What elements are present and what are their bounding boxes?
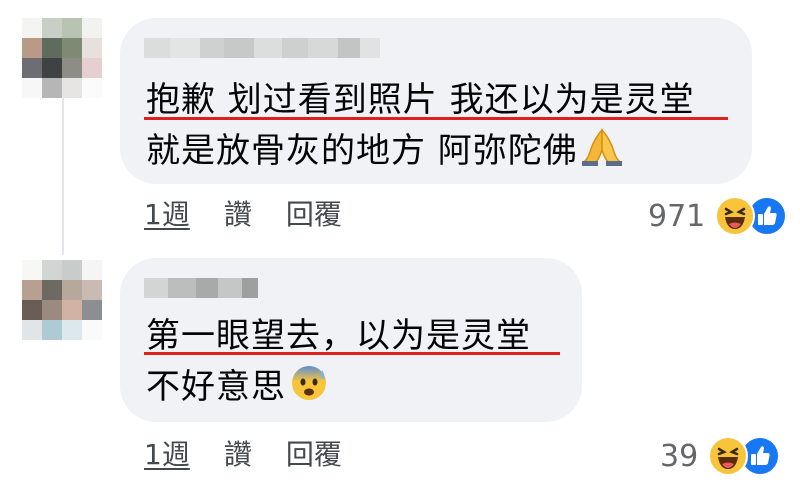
reply-button[interactable]: 回覆 xyxy=(286,198,342,232)
thread-connector xyxy=(62,95,64,255)
reply-button[interactable]: 回覆 xyxy=(286,438,342,472)
comment-text-line: 第一眼望去，以为是灵堂 xyxy=(146,316,531,356)
comment-text-line-2: 就是放骨灰的地方 阿弥陀佛 xyxy=(146,128,622,175)
timestamp-link[interactable]: 1週 xyxy=(144,198,190,232)
comment-text-line: 抱歉 划过看到照片 我还以为是灵堂 xyxy=(146,80,695,120)
haha-reaction-icon xyxy=(708,436,749,476)
anxious-sweat-face-icon xyxy=(290,364,328,411)
author-name[interactable] xyxy=(144,38,380,58)
red-underline xyxy=(144,352,560,355)
comment-text: 不好意思 xyxy=(146,367,286,407)
reaction-summary[interactable]: 39 xyxy=(660,436,781,476)
avatar[interactable] xyxy=(22,18,102,98)
comment-actions: 1週 讚 回覆 xyxy=(144,438,342,472)
reaction-summary[interactable]: 971 xyxy=(648,196,788,236)
like-button[interactable]: 讚 xyxy=(224,438,252,472)
red-underline xyxy=(144,117,728,120)
comment-actions: 1週 讚 回覆 xyxy=(144,198,342,232)
timestamp-link[interactable]: 1週 xyxy=(144,438,190,472)
like-button[interactable]: 讚 xyxy=(224,198,252,232)
folded-hands-icon xyxy=(581,128,622,175)
reaction-count: 971 xyxy=(648,198,706,234)
reaction-count: 39 xyxy=(660,438,699,474)
haha-reaction-icon xyxy=(715,196,756,236)
comment-text-line-2: 不好意思 xyxy=(146,364,328,411)
avatar[interactable] xyxy=(22,260,102,340)
comment-text: 就是放骨灰的地方 阿弥陀佛 xyxy=(146,131,578,171)
comment-thread: 抱歉 划过看到照片 我还以为是灵堂 就是放骨灰的地方 阿弥陀佛 1週 讚 回覆 … xyxy=(0,0,800,483)
author-name[interactable] xyxy=(144,278,258,298)
